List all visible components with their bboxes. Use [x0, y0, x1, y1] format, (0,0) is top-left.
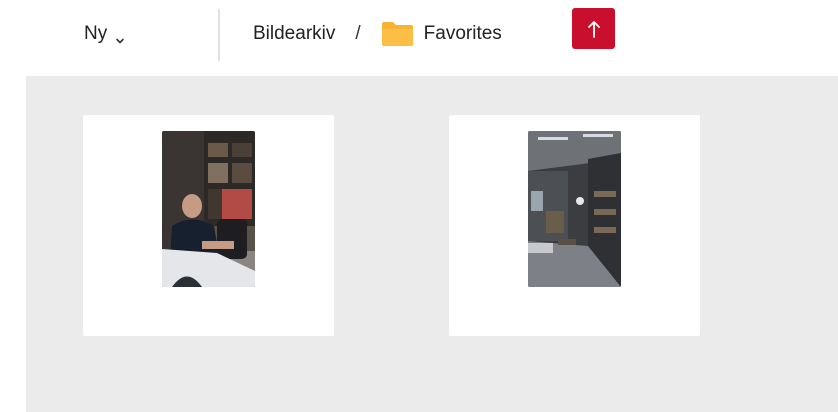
toolbar: Ny Bildearkiv / Favorites [0, 0, 838, 76]
toolbar-divider [218, 9, 220, 61]
arrow-up-icon [587, 20, 600, 38]
content-area [26, 76, 838, 412]
breadcrumb-current-folder[interactable]: Favorites [381, 21, 502, 47]
image-thumbnail-man-at-desk [162, 131, 255, 287]
image-card[interactable] [449, 115, 700, 336]
upload-button[interactable] [572, 8, 615, 49]
new-menu-label: Ny [84, 23, 108, 44]
image-card[interactable] [83, 115, 334, 336]
folder-icon [381, 21, 414, 47]
chevron-down-icon [115, 30, 125, 44]
image-thumbnail-office-interior [528, 131, 621, 287]
breadcrumb-current-label: Favorites [423, 23, 502, 44]
file-browser: Ny Bildearkiv / Favorites [0, 0, 838, 412]
new-menu-button[interactable]: Ny [84, 20, 125, 48]
breadcrumb-separator: / [355, 23, 361, 44]
breadcrumb-root-link[interactable]: Bildearkiv [253, 23, 335, 45]
breadcrumb: Bildearkiv / Favorites [253, 20, 502, 48]
